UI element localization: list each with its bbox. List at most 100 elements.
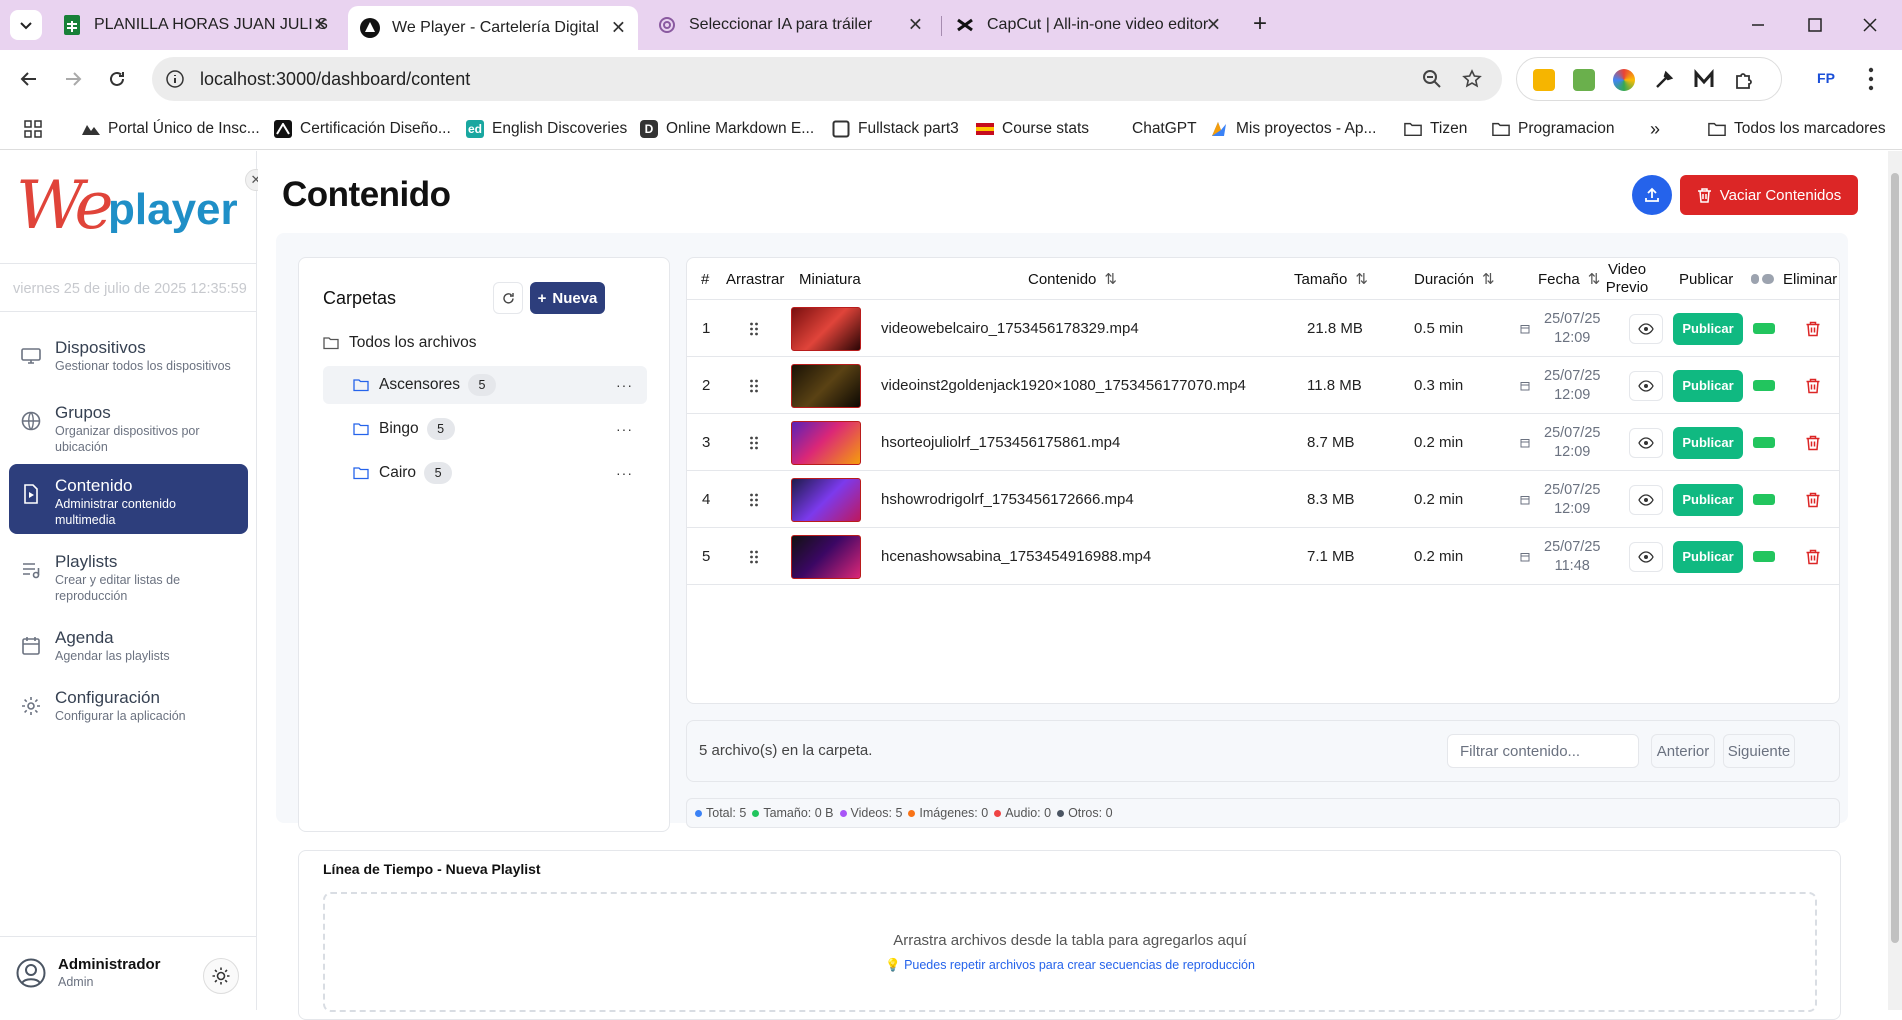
color-picker-extension-icon[interactable] bbox=[1613, 69, 1635, 91]
apps-button[interactable] bbox=[24, 116, 50, 142]
maximize-button[interactable] bbox=[1795, 10, 1835, 40]
bookmark-folder-programacion[interactable]: Programacion bbox=[1492, 116, 1615, 142]
trash-icon[interactable] bbox=[1805, 378, 1821, 394]
publish-button[interactable]: Publicar bbox=[1673, 483, 1743, 516]
folder-item-cairo[interactable]: Cairo 5 ··· bbox=[323, 454, 647, 492]
bookmark-certificacion[interactable]: Certificación Diseño... bbox=[274, 116, 451, 142]
keep-extension-icon[interactable] bbox=[1533, 69, 1555, 91]
folder-item-ascensores[interactable]: Ascensores 5 ··· bbox=[323, 366, 647, 404]
folder-item-bingo[interactable]: Bingo 5 ··· bbox=[323, 410, 647, 448]
back-button[interactable] bbox=[12, 62, 46, 96]
close-icon[interactable]: ✕ bbox=[1206, 15, 1221, 36]
bookmark-all-folder[interactable]: Todos los marcadores bbox=[1708, 116, 1886, 142]
bookmark-markdown[interactable]: D Online Markdown E... bbox=[640, 116, 814, 142]
drag-handle[interactable] bbox=[749, 528, 759, 585]
preview-button[interactable] bbox=[1629, 541, 1663, 572]
drag-handle[interactable] bbox=[749, 300, 759, 357]
zoom-icon[interactable] bbox=[1420, 67, 1444, 91]
bookmark-portal[interactable]: Portal Único de Insc... bbox=[82, 116, 260, 142]
close-icon[interactable]: ✕ bbox=[611, 18, 626, 39]
drag-handle[interactable] bbox=[749, 414, 759, 471]
active-toggle[interactable] bbox=[1753, 437, 1775, 448]
bookmark-english[interactable]: ed English Discoveries bbox=[466, 116, 627, 142]
table-row[interactable]: 2 videoinst2goldenjack1920×1080_17534561… bbox=[687, 357, 1839, 414]
forward-button[interactable] bbox=[56, 62, 90, 96]
bookmark-folder-tizen[interactable]: Tizen bbox=[1404, 116, 1467, 142]
preview-button[interactable] bbox=[1629, 484, 1663, 515]
folder-all-files[interactable]: Todos los archivos bbox=[323, 324, 647, 362]
bookmark-chatgpt[interactable]: ChatGPT bbox=[1132, 116, 1197, 142]
minimize-button[interactable] bbox=[1738, 10, 1778, 40]
preview-button[interactable] bbox=[1629, 313, 1663, 344]
sidebar-item-playlists[interactable]: Playlists Crear y editar listas de reprod… bbox=[9, 540, 248, 610]
puzzle-icon[interactable] bbox=[1733, 69, 1755, 91]
tab-planilla[interactable]: PLANILLA HORAS JUAN JULI SE ✕ bbox=[50, 6, 340, 44]
publish-button[interactable]: Publicar bbox=[1673, 426, 1743, 459]
close-window-button[interactable] bbox=[1850, 10, 1890, 40]
more-horizontal-icon[interactable]: ··· bbox=[616, 421, 633, 437]
more-horizontal-icon[interactable]: ··· bbox=[616, 465, 633, 481]
sidebar-item-contenido[interactable]: Contenido Administrar contenido multimedi… bbox=[9, 464, 248, 534]
active-toggle[interactable] bbox=[1753, 380, 1775, 391]
tab-seleccionar-ia[interactable]: Seleccionar IA para tráiler ✕ bbox=[645, 6, 935, 44]
tab-search-button[interactable] bbox=[10, 10, 42, 40]
bookmarks-overflow-button[interactable]: » bbox=[1650, 116, 1660, 142]
drag-handle[interactable] bbox=[749, 471, 759, 528]
upload-button[interactable] bbox=[1632, 175, 1672, 215]
new-folder-button[interactable]: + Nueva bbox=[530, 282, 605, 314]
clear-contents-button[interactable]: Vaciar Contenidos bbox=[1680, 175, 1858, 215]
table-row[interactable]: 3 hsorteojuliolrf_1753456175861.mp4 8.7 … bbox=[687, 414, 1839, 471]
trash-icon[interactable] bbox=[1805, 549, 1821, 565]
col-content-sort[interactable]: Contenido ⇅ bbox=[1028, 258, 1117, 300]
publish-button[interactable]: Publicar bbox=[1673, 369, 1743, 402]
next-page-button[interactable]: Siguiente bbox=[1723, 734, 1795, 768]
profile-avatar[interactable]: FP bbox=[1810, 62, 1842, 94]
user-profile[interactable]: Administrador Admin bbox=[16, 956, 161, 990]
tab-capcut[interactable]: CapCut | All-in-one video editor ✕ bbox=[943, 6, 1233, 44]
scrollbar-thumb[interactable] bbox=[1891, 173, 1899, 943]
site-info-icon[interactable] bbox=[164, 68, 186, 90]
trash-icon[interactable] bbox=[1805, 492, 1821, 508]
close-icon[interactable]: ✕ bbox=[908, 15, 923, 36]
new-tab-button[interactable]: + bbox=[1245, 10, 1275, 40]
refresh-folders-button[interactable] bbox=[493, 282, 523, 314]
col-date-sort[interactable]: Fecha ⇅ bbox=[1538, 258, 1600, 300]
trash-icon[interactable] bbox=[1805, 321, 1821, 337]
bookmark-course-stats[interactable]: Course stats bbox=[976, 116, 1089, 142]
timeline-dropzone[interactable]: Arrastra archivos desde la tabla para ag… bbox=[323, 892, 1817, 1012]
active-toggle[interactable] bbox=[1753, 323, 1775, 334]
eyedropper-icon[interactable] bbox=[1653, 69, 1675, 91]
bookmark-mis-proyectos[interactable]: Mis proyectos - Ap... bbox=[1210, 116, 1376, 142]
address-bar[interactable]: localhost:3000/dashboard/content bbox=[152, 57, 1502, 101]
col-size-sort[interactable]: Tamaño ⇅ bbox=[1294, 258, 1368, 300]
theme-toggle-button[interactable] bbox=[203, 958, 239, 994]
table-row[interactable]: 1 videowebelcairo_1753456178329.mp4 21.8… bbox=[687, 300, 1839, 357]
col-duration-sort[interactable]: Duración ⇅ bbox=[1414, 258, 1495, 300]
bookmark-fullstack[interactable]: Fullstack part3 bbox=[832, 116, 959, 142]
drag-handle[interactable] bbox=[749, 357, 759, 414]
publish-button[interactable]: Publicar bbox=[1673, 540, 1743, 573]
sidebar-item-grupos[interactable]: Grupos Organizar dispositivos por ubicaci… bbox=[9, 391, 248, 461]
close-icon[interactable]: ✕ bbox=[313, 15, 328, 36]
tab-weplayer[interactable]: We Player - Cartelería Digital ✕ bbox=[348, 6, 638, 50]
table-row[interactable]: 4 hshowrodrigolrf_1753456172666.mp4 8.3 … bbox=[687, 471, 1839, 528]
preview-button[interactable] bbox=[1629, 427, 1663, 458]
publish-button[interactable]: Publicar bbox=[1673, 312, 1743, 345]
time-value: 12:09 bbox=[1554, 500, 1591, 517]
table-row[interactable]: 5 hcenashowsabina_1753454916988.mp4 7.1 … bbox=[687, 528, 1839, 585]
sidebar-item-configuracion[interactable]: Configuración Configurar la aplicación bbox=[9, 676, 248, 746]
active-toggle[interactable] bbox=[1753, 494, 1775, 505]
m-extension-icon[interactable] bbox=[1693, 69, 1715, 91]
more-horizontal-icon[interactable]: ··· bbox=[616, 377, 633, 393]
reload-button[interactable] bbox=[100, 62, 134, 96]
browser-menu-icon[interactable] bbox=[1868, 66, 1874, 92]
sidebar-item-dispositivos[interactable]: Dispositivos Gestionar todos los disposit… bbox=[9, 326, 248, 396]
previous-page-button[interactable]: Anterior bbox=[1651, 734, 1715, 768]
sheets-extension-icon[interactable] bbox=[1573, 69, 1595, 91]
filter-input[interactable] bbox=[1447, 734, 1639, 768]
preview-button[interactable] bbox=[1629, 370, 1663, 401]
active-toggle[interactable] bbox=[1753, 551, 1775, 562]
bookmark-star-icon[interactable] bbox=[1460, 67, 1484, 91]
page-scrollbar[interactable] bbox=[1888, 151, 1902, 1010]
trash-icon[interactable] bbox=[1805, 435, 1821, 451]
